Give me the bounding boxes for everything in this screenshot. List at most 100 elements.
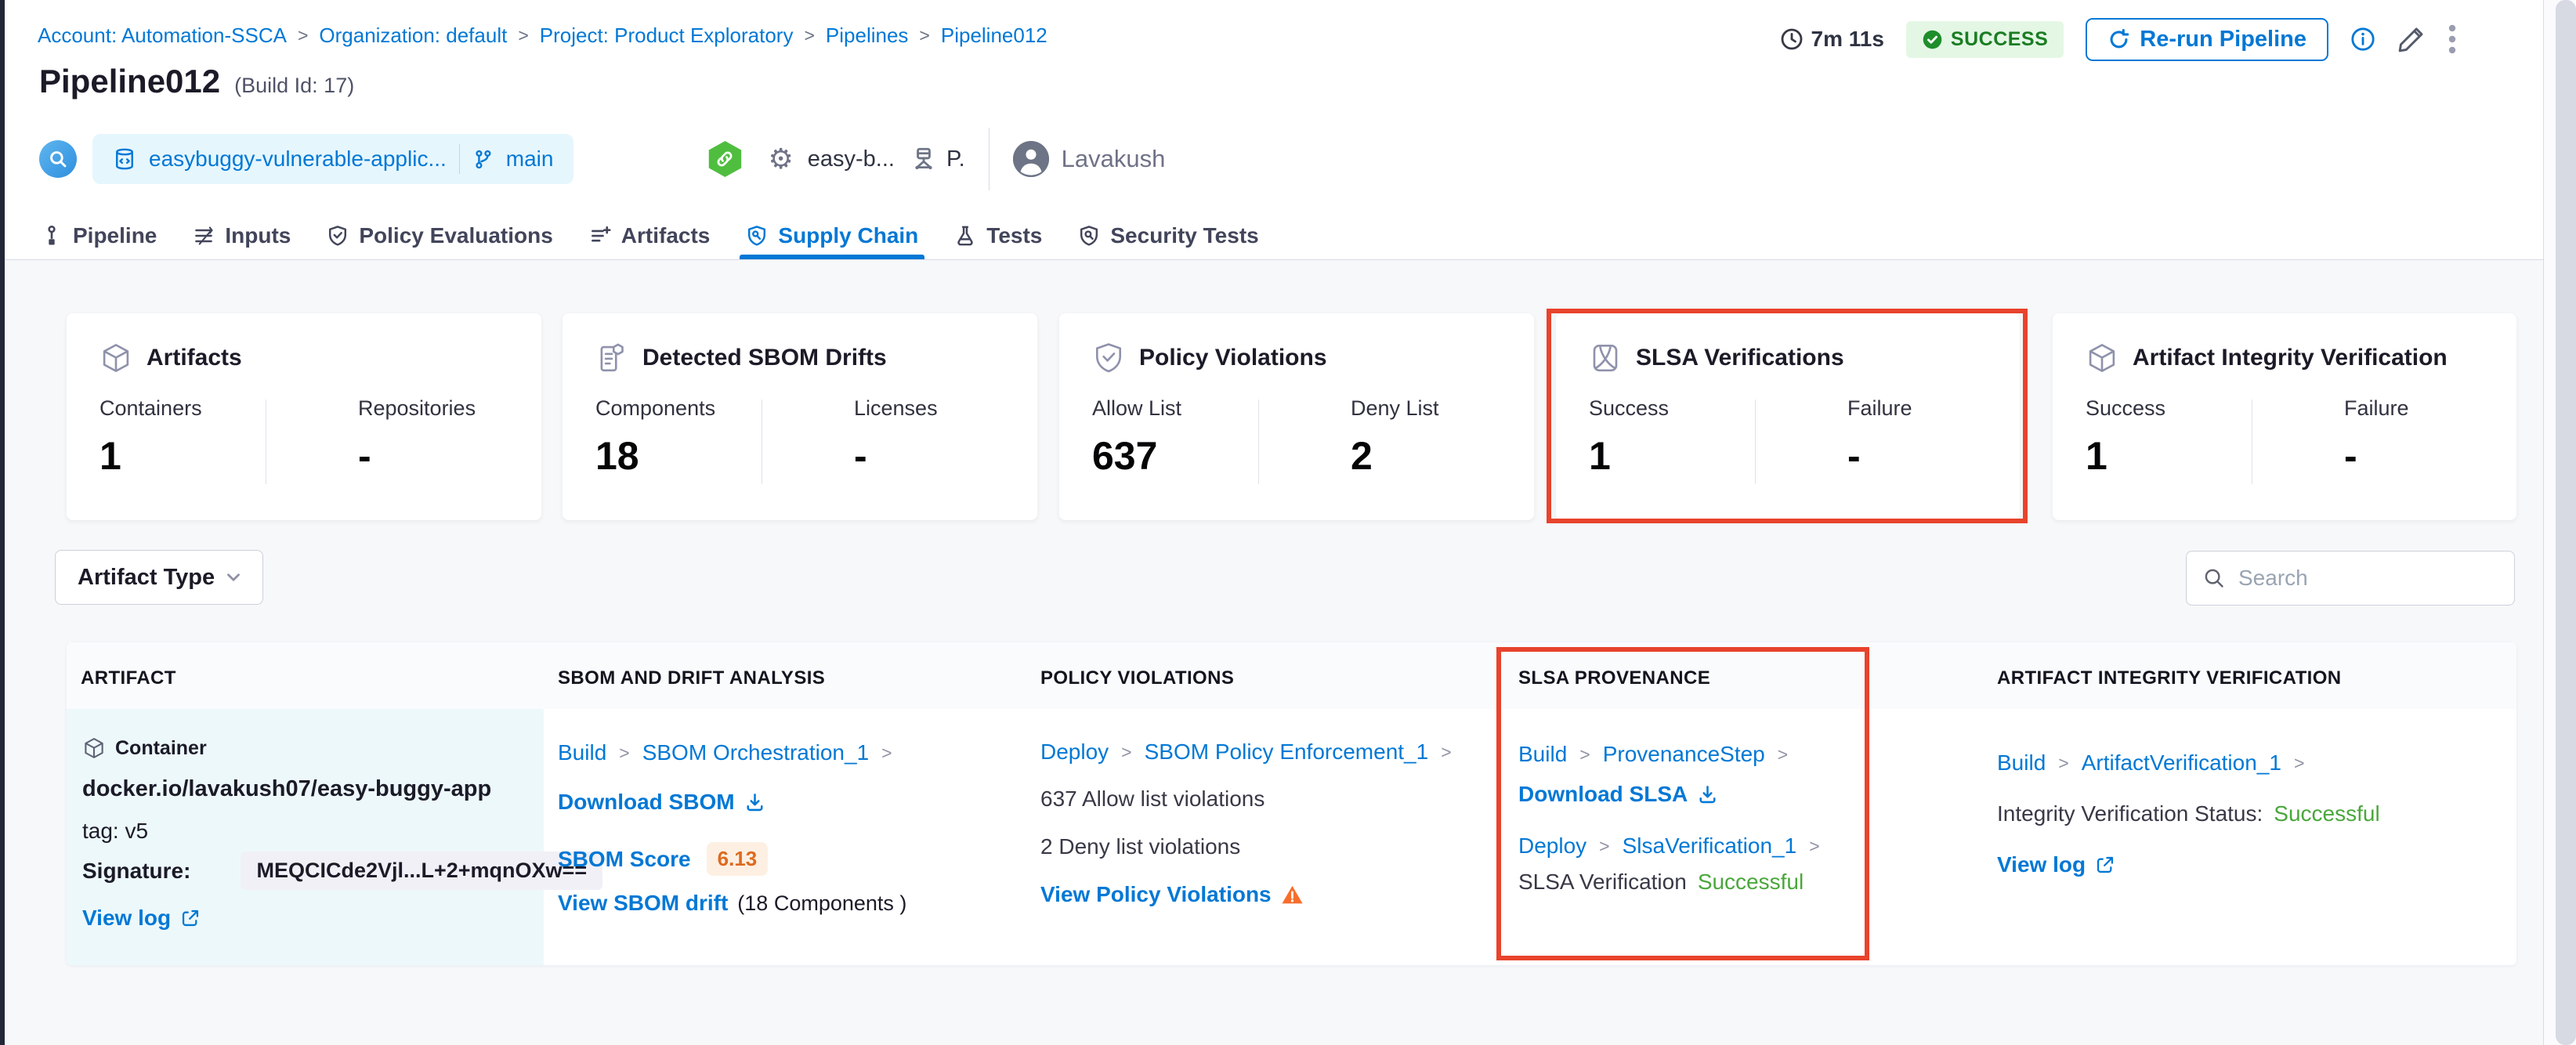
stat-licenses: Licenses - [854,396,938,479]
breadcrumb-account[interactable]: Account: Automation-SSCA [38,24,287,48]
col-header-slsa: SLSA PROVENANCE [1518,667,1711,689]
stat-value: 637 [1092,434,1158,478]
flask-icon [954,225,976,247]
clock-icon [1780,27,1804,51]
table-header-row: ARTIFACT SBOM AND DRIFT ANALYSIS POLICY … [67,642,2516,709]
col-header-integrity: ARTIFACT INTEGRITY VERIFICATION [1997,667,2342,689]
step-link[interactable]: SBOM Policy Enforcement_1 [1145,739,1429,765]
status-text: SUCCESS [1950,27,2049,50]
view-log-link[interactable]: View log [1997,852,2086,877]
breadcrumb-org[interactable]: Organization: default [319,24,507,48]
artifact-signature-row: Signature: MEQCICde2Vjl...L+2+mqnOXw== [82,852,603,890]
allow-violations-row: 637 Allow list violations [1040,786,1264,812]
col-header-policy: POLICY VIOLATIONS [1040,667,1235,689]
crumb-separator: > [1441,741,1452,762]
rerun-pipeline-button[interactable]: Re-run Pipeline [2086,17,2328,61]
stat-label: Components [595,396,716,420]
cube-icon [2086,342,2118,374]
stage-link[interactable]: Deploy [1040,739,1109,765]
search-input[interactable] [2238,566,2489,591]
download-icon[interactable] [744,792,765,813]
kebab-menu-icon[interactable] [2448,24,2457,55]
title-row: Pipeline012 (Build Id: 17) [39,63,354,100]
tab-label: Supply Chain [778,222,919,248]
service-name[interactable]: easy-b... [808,146,895,172]
repo-name[interactable]: easybuggy-vulnerable-applic... [149,146,447,172]
pipeline-icon [41,225,63,247]
user-name: Lavakush [1061,145,1166,172]
step-link[interactable]: SBOM Orchestration_1 [642,740,869,765]
tab-supply-chain[interactable]: Supply Chain [740,212,925,259]
deny-violations-row: 2 Deny list violations [1040,834,1240,859]
execution-tabbar: Pipeline Inputs Policy Evaluations Artif… [5,212,2543,260]
sbom-score-link[interactable]: SBOM Score [558,847,691,872]
duration-text: 7m 11s [1811,27,1884,51]
artifact-view-log-row: View log [82,906,201,931]
repo-branch-chip[interactable]: easybuggy-vulnerable-applic... main [92,134,574,184]
stat-label: Success [1589,396,1670,420]
view-sbom-drift-link[interactable]: View SBOM drift [558,891,728,916]
edit-icon[interactable] [2397,25,2426,53]
supply-chain-page: Account: Automation-SSCA > Organization:… [0,0,2576,1045]
tab-artifacts[interactable]: Artifacts [589,212,710,259]
sbom-step-crumb: Build > SBOM Orchestration_1 > [558,740,895,765]
stat-label: Failure [2344,396,2409,420]
breadcrumb-pipelines[interactable]: Pipelines [826,24,909,48]
stage-link[interactable]: Build [558,740,606,765]
scrollbar-thumb[interactable] [2556,0,2576,1045]
tab-label: Policy Evaluations [359,222,553,248]
stage-link[interactable]: Build [1997,750,2046,776]
stat-value: 1 [1589,434,1611,478]
integrity-status-label: Integrity Verification Status: [1997,801,2263,826]
breadcrumb: Account: Automation-SSCA > Organization:… [38,24,1047,48]
container-cube-icon [82,736,106,760]
external-link-icon[interactable] [180,908,201,928]
view-log-link[interactable]: View log [82,906,171,931]
info-icon[interactable] [2350,27,2375,52]
view-policy-violations-link[interactable]: View Policy Violations [1040,882,1272,907]
chevron-down-icon [223,567,244,588]
trigger-type-icon [39,140,77,178]
tab-inputs[interactable]: Inputs [193,212,291,259]
download-icon[interactable] [1697,784,1718,805]
stat-slsa-success: Success 1 [1589,396,1669,479]
execution-toolbar: 7m 11s SUCCESS Re-run Pipeline [1780,17,2458,61]
step-link[interactable]: ProvenanceStep [1603,742,1765,767]
download-slsa-link[interactable]: Download SLSA [1518,782,1688,807]
tab-pipeline[interactable]: Pipeline [41,212,157,259]
step-link[interactable]: SlsaVerification_1 [1623,833,1797,859]
stat-repositories: Repositories - [358,396,476,479]
supply-chain-content: Artifacts Containers 1 Repositories - Dete… [5,260,2543,1045]
security-shield-icon [1078,225,1100,247]
step-link[interactable]: ArtifactVerification_1 [2082,750,2281,776]
search-box [2186,551,2515,606]
stat-value: - [358,434,371,478]
gear-icon: ⚙ [768,143,794,175]
deny-violations-text: 2 Deny list violations [1040,834,1241,859]
breadcrumb-separator: > [804,25,815,45]
stat-label: Containers [99,396,202,420]
tab-policy-evaluations[interactable]: Policy Evaluations [327,212,553,259]
environment-name[interactable]: P. [946,146,965,172]
stage-link[interactable]: Build [1518,742,1567,767]
webhook-icon [708,141,742,177]
branch-name[interactable]: main [506,146,554,172]
tab-security-tests[interactable]: Security Tests [1078,212,1259,259]
breadcrumb-project[interactable]: Project: Product Exploratory [540,24,794,48]
stat-value: - [1847,434,1861,478]
slsa-status-label: SLSA Verification [1518,870,1687,894]
stat-value: 1 [2086,434,2107,478]
artifact-type-dropdown[interactable]: Artifact Type [55,550,263,605]
status-badge: SUCCESS [1905,20,2064,58]
stat-allow-list: Allow List 637 [1092,396,1181,479]
external-link-icon[interactable] [2095,855,2115,875]
slsa-verifications-summary-card: SLSA Verifications Success 1 Failure - [1556,313,2020,520]
stage-link[interactable]: Deploy [1518,833,1586,859]
download-slsa-row: Download SLSA [1518,782,1718,807]
shield-check-icon [327,225,349,247]
download-sbom-link[interactable]: Download SBOM [558,790,735,815]
rerun-label: Re-run Pipeline [2140,26,2306,52]
breadcrumb-pipeline012[interactable]: Pipeline012 [941,24,1047,48]
tab-tests[interactable]: Tests [954,212,1042,259]
stat-containers: Containers 1 [99,396,202,479]
